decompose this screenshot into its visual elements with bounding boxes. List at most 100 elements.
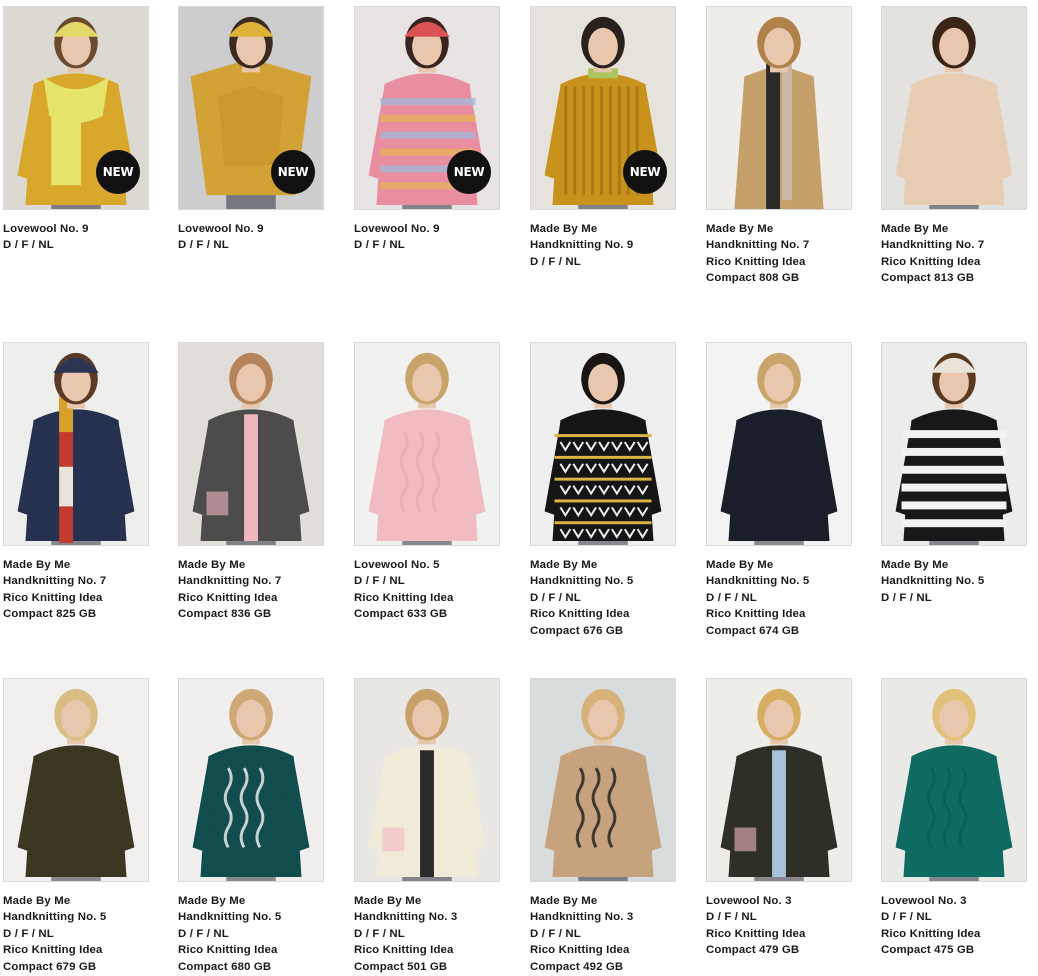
pattern-caption: Made By Me Handknitting No. 5 D / F / NL Ri… xyxy=(706,557,854,639)
caption-line: Rico Knitting Idea xyxy=(178,591,278,604)
caption-line: D / F / NL xyxy=(354,927,405,940)
pattern-photo[interactable]: NEW xyxy=(178,6,324,210)
caption-line: Lovewool No. 9 xyxy=(178,223,264,235)
pattern-photo[interactable] xyxy=(178,342,324,546)
pattern-caption: Lovewool No. 9 D / F / NL xyxy=(3,221,151,254)
pattern-caption: Made By Me Handknitting No. 7 Rico Knittin… xyxy=(3,557,151,623)
caption-line: Compact 492 GB xyxy=(530,960,624,973)
caption-line: Lovewool No. 3 xyxy=(706,895,792,907)
caption-line: Rico Knitting Idea xyxy=(354,591,454,604)
pattern-photo[interactable] xyxy=(881,6,1027,210)
pattern-card[interactable]: Made By Me Handknitting No. 7 Rico Knittin… xyxy=(881,6,1029,287)
pattern-card[interactable]: Made By Me Handknitting No. 3 D / F / NL Ri… xyxy=(530,678,678,975)
pattern-photo[interactable] xyxy=(354,342,500,546)
caption-line: Compact 674 GB xyxy=(706,624,800,637)
pattern-photo[interactable]: NEW xyxy=(3,6,149,210)
pattern-caption: Made By Me Handknitting No. 5 D / F / NL Ri… xyxy=(178,893,326,975)
caption-line: Lovewool No. 3 xyxy=(881,895,967,907)
caption-line: Made By Me xyxy=(706,559,774,571)
pattern-card[interactable]: NEW Lovewool No. 9 D / F / NL xyxy=(178,6,326,254)
pattern-caption: Made By Me Handknitting No. 7 Rico Knittin… xyxy=(706,221,854,287)
pattern-photo[interactable] xyxy=(3,342,149,546)
caption-line: Handknitting No. 3 xyxy=(354,911,458,924)
caption-line: Handknitting No. 5 xyxy=(3,911,107,924)
pattern-card[interactable]: Made By Me Handknitting No. 5 D / F / NL Ri… xyxy=(3,678,151,975)
caption-line: Compact 475 GB xyxy=(881,944,975,957)
pattern-card[interactable]: Made By Me Handknitting No. 5 D / F / NL xyxy=(881,342,1029,606)
pattern-caption: Made By Me Handknitting No. 7 Rico Knittin… xyxy=(881,221,1029,287)
caption-line: Rico Knitting Idea xyxy=(881,255,981,268)
caption-line: Compact 825 GB xyxy=(3,608,97,621)
caption-line: Compact 676 GB xyxy=(530,624,624,637)
pattern-caption: Lovewool No. 3 D / F / NL Rico Knitting Id… xyxy=(706,893,854,959)
caption-line: Compact 836 GB xyxy=(178,608,272,621)
new-badge: NEW xyxy=(271,150,315,194)
pattern-photo[interactable] xyxy=(881,342,1027,546)
pattern-photo[interactable]: NEW xyxy=(530,6,676,210)
pattern-card[interactable]: NEW Made By Me Handknitting No. 9 D / F / N… xyxy=(530,6,678,270)
caption-line: Handknitting No. 3 xyxy=(530,911,634,924)
pattern-card[interactable]: NEW Lovewool No. 9 D / F / NL xyxy=(354,6,502,254)
caption-line: Made By Me xyxy=(706,223,774,235)
pattern-card[interactable]: Made By Me Handknitting No. 7 Rico Knittin… xyxy=(706,6,854,287)
pattern-card[interactable]: Made By Me Handknitting No. 7 Rico Knittin… xyxy=(178,342,326,623)
caption-line: Rico Knitting Idea xyxy=(3,591,103,604)
pattern-photo[interactable] xyxy=(178,678,324,882)
pattern-photo[interactable] xyxy=(3,678,149,882)
caption-line: D / F / NL xyxy=(706,591,757,604)
pattern-photo[interactable] xyxy=(881,678,1027,882)
new-badge: NEW xyxy=(447,150,491,194)
caption-line: D / F / NL xyxy=(881,911,932,924)
new-badge: NEW xyxy=(623,150,667,194)
caption-line: D / F / NL xyxy=(706,911,757,924)
pattern-card[interactable]: Made By Me Handknitting No. 7 Rico Knittin… xyxy=(3,342,151,623)
pattern-card[interactable]: NEW Lovewool No. 9 D / F / NL xyxy=(3,6,151,254)
caption-line: Handknitting No. 7 xyxy=(3,575,107,588)
caption-line: Compact 813 GB xyxy=(881,272,975,285)
caption-line: Made By Me xyxy=(881,223,949,235)
caption-line: Made By Me xyxy=(178,895,246,907)
pattern-photo[interactable] xyxy=(530,342,676,546)
caption-line: D / F / NL xyxy=(881,591,932,604)
pattern-photo[interactable] xyxy=(706,342,852,546)
pattern-card[interactable]: Made By Me Handknitting No. 3 D / F / NL Ri… xyxy=(354,678,502,975)
caption-line: Made By Me xyxy=(530,559,598,571)
caption-line: Made By Me xyxy=(3,895,71,907)
caption-line: Compact 679 GB xyxy=(3,960,97,973)
pattern-card[interactable]: Made By Me Handknitting No. 5 D / F / NL Ri… xyxy=(706,342,854,639)
caption-line: D / F / NL xyxy=(3,239,54,252)
pattern-photo[interactable] xyxy=(354,678,500,882)
caption-line: Rico Knitting Idea xyxy=(3,944,103,957)
caption-line: Rico Knitting Idea xyxy=(178,944,278,957)
pattern-caption: Made By Me Handknitting No. 7 Rico Knittin… xyxy=(178,557,326,623)
pattern-card[interactable]: Made By Me Handknitting No. 5 D / F / NL Ri… xyxy=(530,342,678,639)
caption-line: Handknitting No. 7 xyxy=(706,239,810,252)
caption-line: Handknitting No. 5 xyxy=(881,575,985,588)
caption-line: Handknitting No. 7 xyxy=(881,239,985,252)
pattern-photo[interactable]: NEW xyxy=(354,6,500,210)
caption-line: Handknitting No. 9 xyxy=(530,239,634,252)
caption-line: Rico Knitting Idea xyxy=(706,927,806,940)
caption-line: Compact 479 GB xyxy=(706,944,800,957)
caption-line: Rico Knitting Idea xyxy=(354,944,454,957)
pattern-card[interactable]: Lovewool No. 3 D / F / NL Rico Knitting Id… xyxy=(706,678,854,959)
caption-line: Handknitting No. 5 xyxy=(178,911,282,924)
pattern-photo[interactable] xyxy=(706,6,852,210)
pattern-card[interactable]: Lovewool No. 3 D / F / NL Rico Knitting Id… xyxy=(881,678,1029,959)
caption-line: D / F / NL xyxy=(178,927,229,940)
pattern-caption: Made By Me Handknitting No. 3 D / F / NL Ri… xyxy=(530,893,678,975)
caption-line: Rico Knitting Idea xyxy=(530,608,630,621)
pattern-photo[interactable] xyxy=(530,678,676,882)
caption-line: Made By Me xyxy=(530,223,598,235)
caption-line: D / F / NL xyxy=(530,255,581,268)
caption-line: Lovewool No. 9 xyxy=(3,223,89,235)
pattern-card[interactable]: Lovewool No. 5 D / F / NL Rico Knitting Id… xyxy=(354,342,502,623)
pattern-card[interactable]: Made By Me Handknitting No. 5 D / F / NL Ri… xyxy=(178,678,326,975)
caption-line: D / F / NL xyxy=(354,575,405,588)
pattern-caption: Lovewool No. 5 D / F / NL Rico Knitting Id… xyxy=(354,557,502,623)
pattern-caption: Made By Me Handknitting No. 5 D / F / NL Ri… xyxy=(3,893,151,975)
pattern-photo[interactable] xyxy=(706,678,852,882)
pattern-caption: Made By Me Handknitting No. 3 D / F / NL Ri… xyxy=(354,893,502,975)
caption-line: D / F / NL xyxy=(3,927,54,940)
pattern-caption: Made By Me Handknitting No. 5 D / F / NL Ri… xyxy=(530,557,678,639)
